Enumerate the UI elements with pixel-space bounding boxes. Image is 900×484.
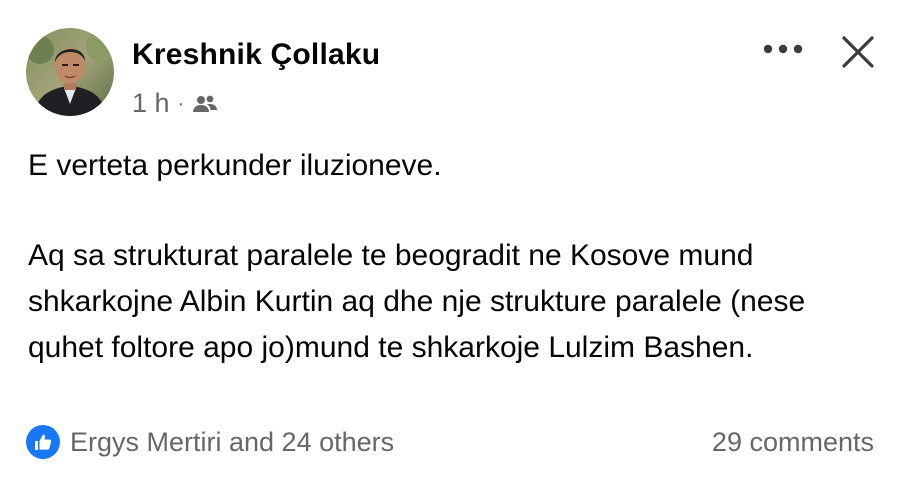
comments-count[interactable]: 29 comments	[712, 427, 874, 458]
meta-separator: ·	[177, 92, 185, 115]
like-icon	[26, 425, 60, 459]
reactions-text[interactable]: Ergys Mertiri and 24 others	[70, 427, 394, 458]
post-paragraph: Aq sa strukturat paralele te beogradit n…	[28, 239, 806, 364]
post-meta: 1 h ·	[132, 88, 218, 119]
close-button[interactable]	[836, 30, 880, 74]
close-icon	[842, 36, 874, 68]
more-horizontal-icon	[763, 44, 803, 54]
avatar-image	[26, 28, 114, 116]
post-paragraph: E verteta perkunder iluzioneve.	[28, 149, 442, 182]
author-name[interactable]: Kreshnik Çollaku	[132, 38, 380, 72]
post-footer: Ergys Mertiri and 24 others 29 comments	[26, 422, 876, 462]
more-options-button[interactable]	[760, 34, 806, 64]
post-text: E verteta perkunder iluzioneve. Aq sa st…	[28, 143, 878, 371]
post-timestamp[interactable]: 1 h	[132, 88, 170, 119]
reactions-summary[interactable]: Ergys Mertiri and 24 others	[26, 425, 394, 459]
avatar[interactable]	[26, 28, 114, 116]
friends-icon[interactable]	[192, 94, 218, 114]
post-card: Kreshnik Çollaku 1 h · E verteta perkund…	[0, 0, 900, 484]
